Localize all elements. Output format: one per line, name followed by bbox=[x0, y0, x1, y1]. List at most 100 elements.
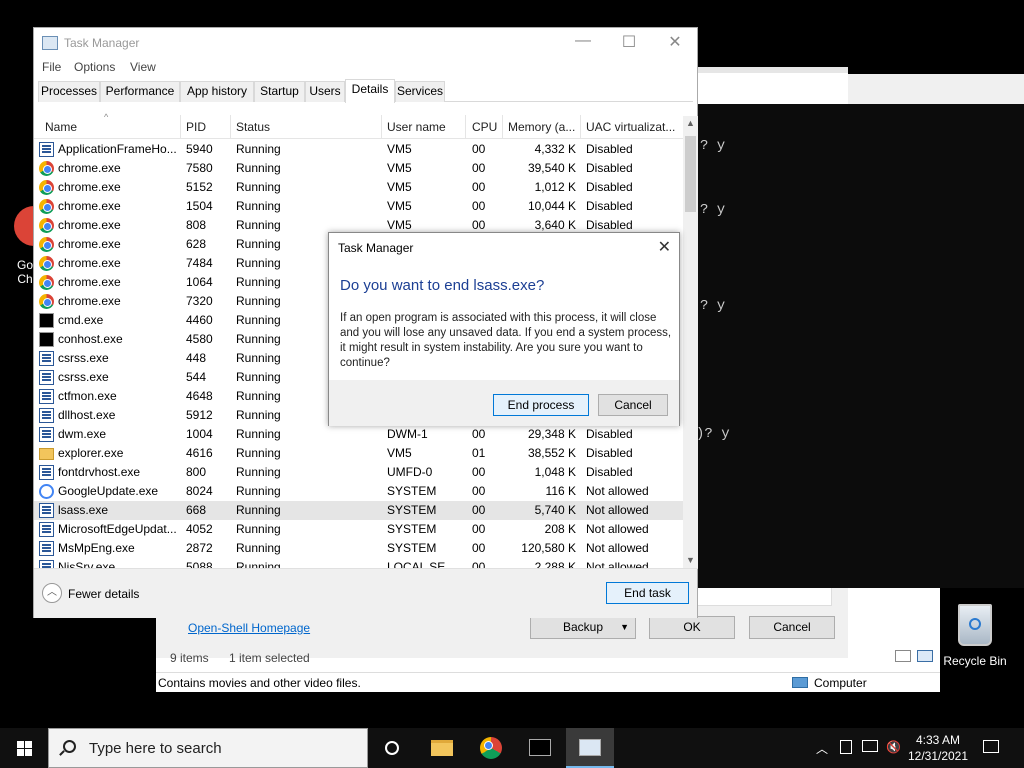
cell-uac: Disabled bbox=[586, 465, 633, 479]
process-app-icon bbox=[39, 560, 54, 568]
title-bar[interactable]: Task Manager — ☐ ✕ bbox=[34, 28, 697, 58]
process-app-icon bbox=[39, 465, 54, 480]
chevron-up-icon[interactable]: ︿ bbox=[816, 740, 828, 757]
dialog-cancel-button[interactable]: Cancel bbox=[598, 394, 668, 416]
scroll-down-icon[interactable]: ▼ bbox=[683, 553, 698, 568]
table-row[interactable]: MicrosoftEdgeUpdat... 4052 Running SYSTEM 00… bbox=[34, 520, 683, 539]
recycle-bin-icon bbox=[958, 604, 992, 646]
taskbar-cmd[interactable] bbox=[516, 728, 564, 768]
cell-name: csrss.exe bbox=[58, 370, 109, 384]
backup-button[interactable]: Backup ▼ bbox=[530, 616, 636, 639]
dialog-message: If an open program is associated with th… bbox=[340, 312, 672, 369]
cell-user: LOCAL SE... bbox=[387, 560, 456, 568]
details-view-icon[interactable] bbox=[895, 650, 911, 662]
column-header-memory[interactable]: Memory (a... bbox=[508, 120, 575, 134]
menu-file[interactable]: File bbox=[42, 60, 61, 74]
process-app-icon bbox=[39, 541, 54, 556]
end-process-button[interactable]: End process bbox=[493, 394, 589, 416]
taskbar-file-explorer[interactable] bbox=[418, 728, 466, 768]
table-row[interactable]: GoogleUpdate.exe 8024 Running SYSTEM 00 116 K… bbox=[34, 482, 683, 501]
column-header-username[interactable]: User name bbox=[387, 120, 446, 134]
network-icon[interactable] bbox=[862, 740, 878, 752]
column-header-uac[interactable]: UAC virtualizat... bbox=[586, 120, 675, 134]
scroll-up-icon[interactable]: ▲ bbox=[683, 116, 698, 131]
table-row[interactable]: chrome.exe 1504 Running VM5 00 10,044 K Disabl… bbox=[34, 197, 683, 216]
close-button[interactable]: ✕ bbox=[652, 32, 698, 52]
column-header-pid[interactable]: PID bbox=[186, 120, 206, 134]
process-chrome-icon bbox=[39, 180, 54, 195]
cell-status: Running bbox=[236, 541, 281, 555]
volume-muted-icon[interactable]: 🔇 bbox=[886, 740, 901, 754]
task-manager-icon bbox=[579, 739, 601, 756]
ok-button[interactable]: OK bbox=[649, 616, 735, 639]
cell-pid: 5940 bbox=[186, 142, 213, 156]
search-box[interactable]: Type here to search bbox=[48, 728, 368, 768]
cell-user: SYSTEM bbox=[387, 522, 437, 536]
console-line: )? y bbox=[696, 426, 730, 442]
fewer-details-link[interactable]: Fewer details bbox=[68, 587, 139, 601]
taskbar-chrome[interactable] bbox=[467, 728, 515, 768]
column-header-name[interactable]: Name bbox=[45, 120, 77, 134]
vertical-scrollbar[interactable]: ▲ ▼ bbox=[683, 116, 698, 568]
start-button[interactable] bbox=[0, 728, 48, 768]
open-shell-homepage-link[interactable]: Open-Shell Homepage bbox=[188, 621, 310, 635]
table-row[interactable]: chrome.exe 5152 Running VM5 00 1,012 K Disable… bbox=[34, 178, 683, 197]
table-row[interactable]: ApplicationFrameHo... 5940 Running VM5 00 4,3… bbox=[34, 140, 683, 159]
table-row[interactable]: lsass.exe 668 Running SYSTEM 00 5,740 K Not al… bbox=[34, 501, 683, 520]
clock-date: 12/31/2021 bbox=[907, 749, 969, 763]
console-titlebar bbox=[698, 67, 848, 104]
end-process-dialog[interactable]: Task Manager ✕ Do you want to end lsass.… bbox=[328, 232, 680, 426]
cell-cpu: 00 bbox=[472, 180, 486, 194]
table-row[interactable]: chrome.exe 7580 Running VM5 00 39,540 K Disabl… bbox=[34, 159, 683, 178]
items-count: 9 items bbox=[170, 651, 209, 665]
clock[interactable]: 4:33 AM 12/31/2021 bbox=[906, 732, 970, 764]
menu-options[interactable]: Options bbox=[74, 60, 115, 74]
cell-mem: 29,348 K bbox=[527, 427, 576, 441]
cell-mem: 10,044 K bbox=[527, 199, 576, 213]
tab-details[interactable]: Details bbox=[345, 79, 395, 103]
end-task-button[interactable]: End task bbox=[606, 582, 689, 604]
cell-cpu: 00 bbox=[472, 522, 486, 536]
cell-cpu: 00 bbox=[472, 465, 486, 479]
table-row[interactable]: fontdrvhost.exe 800 Running UMFD-0 00 1,048 K… bbox=[34, 463, 683, 482]
desktop-recycle-bin[interactable]: Recycle Bin bbox=[942, 604, 1008, 668]
table-row[interactable]: dwm.exe 1004 Running DWM-1 00 29,348 K Disable… bbox=[34, 425, 683, 444]
column-header-cpu[interactable]: CPU bbox=[472, 120, 497, 134]
cell-uac: Not allowed bbox=[586, 503, 649, 517]
cell-pid: 5152 bbox=[186, 180, 213, 194]
table-row[interactable]: MsMpEng.exe 2872 Running SYSTEM 00 120,580 K N… bbox=[34, 539, 683, 558]
cell-pid: 668 bbox=[186, 503, 207, 517]
tray-device-icon[interactable] bbox=[840, 740, 852, 754]
cell-pid: 4648 bbox=[186, 389, 213, 403]
cell-name: cmd.exe bbox=[58, 313, 104, 327]
taskbar-task-manager[interactable] bbox=[566, 728, 614, 768]
cell-name: chrome.exe bbox=[58, 161, 121, 175]
menu-view[interactable]: View bbox=[130, 60, 156, 74]
scrollbar-thumb[interactable] bbox=[685, 136, 696, 212]
table-row[interactable]: NisSrv.exe 5088 Running LOCAL SE... 00 2,288 … bbox=[34, 558, 683, 568]
tab-users[interactable]: Users bbox=[305, 81, 345, 102]
console-window[interactable]: ? y ? y ? y )? y bbox=[696, 104, 1024, 588]
tab-app-history[interactable]: App history bbox=[180, 81, 254, 102]
tab-services[interactable]: Services bbox=[395, 81, 445, 102]
cell-status: Running bbox=[236, 503, 281, 517]
table-row[interactable]: explorer.exe 4616 Running VM5 01 38,552 K Disa… bbox=[34, 444, 683, 463]
chevron-up-icon[interactable]: ︿ bbox=[42, 583, 62, 603]
tab-startup[interactable]: Startup bbox=[254, 81, 305, 102]
cell-uac: Not allowed bbox=[586, 484, 649, 498]
notifications-icon[interactable] bbox=[983, 740, 999, 753]
minimize-button[interactable]: — bbox=[560, 32, 606, 50]
cell-user: SYSTEM bbox=[387, 484, 437, 498]
close-icon[interactable]: ✕ bbox=[658, 237, 671, 257]
tab-performance[interactable]: Performance bbox=[100, 81, 180, 102]
process-chrome-icon bbox=[39, 294, 54, 309]
cancel-button[interactable]: Cancel bbox=[749, 616, 835, 639]
task-view-button[interactable] bbox=[368, 728, 416, 768]
column-header-status[interactable]: Status bbox=[236, 120, 270, 134]
large-icons-view-icon[interactable] bbox=[917, 650, 933, 662]
maximize-button[interactable]: ☐ bbox=[606, 32, 652, 52]
tab-processes[interactable]: Processes bbox=[38, 81, 100, 102]
cell-user: VM5 bbox=[387, 446, 412, 460]
cell-pid: 7484 bbox=[186, 256, 213, 270]
cell-user: VM5 bbox=[387, 180, 412, 194]
